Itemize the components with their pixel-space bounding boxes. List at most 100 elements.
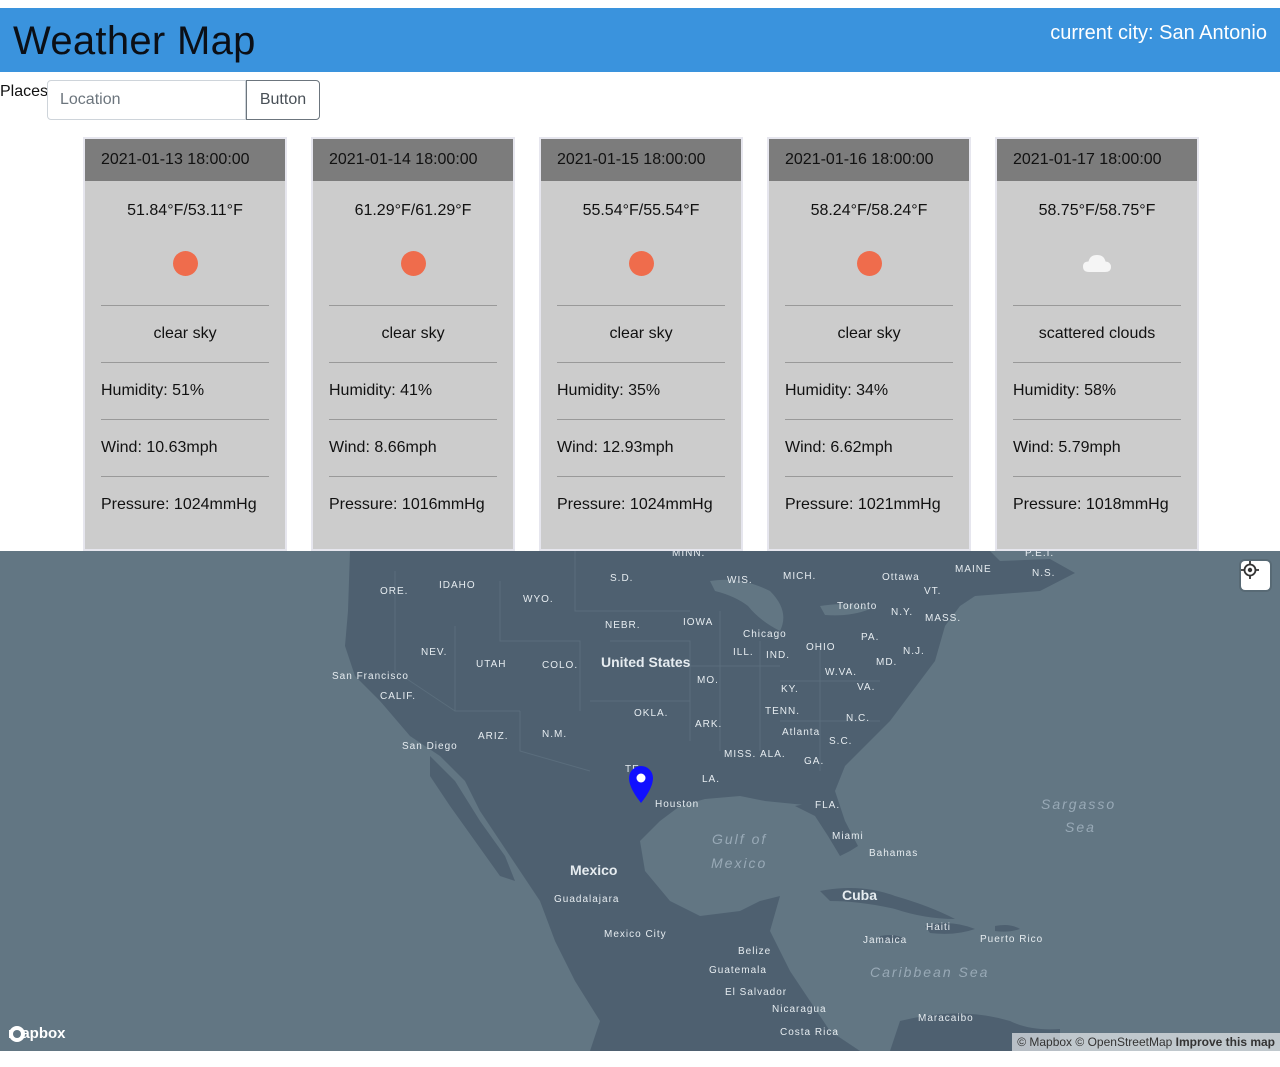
osm-attribution-link[interactable]: © OpenStreetMap <box>1075 1035 1172 1049</box>
location-input[interactable] <box>47 80 246 120</box>
card-pressure: Pressure: 1024mmHg <box>557 476 725 533</box>
map-label-country: Mexico <box>570 862 618 878</box>
map-label: Guadalajara <box>554 894 620 905</box>
card-temps: 58.75°F/58.75°F <box>1038 202 1156 219</box>
map-label: LA. <box>702 774 721 785</box>
map-label: N.Y. <box>891 607 914 618</box>
map-label: W.VA. <box>825 667 858 678</box>
forecast-card: 2021-01-17 18:00:00 58.75°F/58.75°F scat… <box>995 137 1199 551</box>
card-description: clear sky <box>557 305 725 362</box>
map-label: ARK. <box>695 719 723 730</box>
map-label: MAINE <box>955 564 992 575</box>
card-wind: Wind: 12.93mph <box>557 419 725 476</box>
crosshair-icon <box>1241 561 1259 579</box>
map-label-sea: Mexico <box>711 855 768 871</box>
card-temps: 55.54°F/55.54°F <box>582 202 700 219</box>
card-description: clear sky <box>785 305 953 362</box>
location-pin-icon[interactable] <box>626 764 656 804</box>
card-wind: Wind: 10.63mph <box>101 419 269 476</box>
card-humidity: Humidity: 41% <box>329 362 497 419</box>
improve-map-link[interactable]: Improve this map <box>1176 1035 1275 1049</box>
mapbox-logo[interactable]: mapbox <box>8 1025 66 1042</box>
map-label: MINN. <box>672 551 706 559</box>
map-label-sea: Sargasso <box>1041 796 1117 812</box>
mapbox-logo-icon <box>9 1026 25 1042</box>
card-description: clear sky <box>101 305 269 362</box>
card-pressure: Pressure: 1016mmHg <box>329 476 497 533</box>
map-label: UTAH <box>476 659 507 670</box>
map-label-country: United States <box>601 654 691 670</box>
map-view[interactable]: MINN. ORE. IDAHO WYO. S.D. WIS. MICH. Ot… <box>0 551 1280 1051</box>
map-label: N.J. <box>903 646 925 657</box>
card-date: 2021-01-14 18:00:00 <box>313 139 513 181</box>
map-label: VA. <box>857 682 876 693</box>
map-label: P.E.I. <box>1025 551 1055 559</box>
map-label: PA. <box>861 632 880 643</box>
map-label: N.S. <box>1032 568 1056 579</box>
card-description: clear sky <box>329 305 497 362</box>
card-date: 2021-01-16 18:00:00 <box>769 139 969 181</box>
places-label: Places <box>0 83 49 100</box>
map-label: Mexico City <box>604 929 667 940</box>
map-label: Jamaica <box>863 935 908 946</box>
map-label: Puerto Rico <box>980 934 1044 945</box>
map-label: N.M. <box>542 729 568 740</box>
map-label: Maracaibo <box>918 1013 974 1024</box>
card-wind: Wind: 5.79mph <box>1013 419 1181 476</box>
map-label: MISS. <box>724 749 757 760</box>
card-humidity: Humidity: 35% <box>557 362 725 419</box>
map-label: Toronto <box>837 601 878 612</box>
map-label: WIS. <box>727 575 753 586</box>
map-label: ILL. <box>733 647 754 658</box>
map-label: FLA. <box>815 800 841 811</box>
map-label: IOWA <box>683 617 714 628</box>
map-label: N.C. <box>846 713 870 724</box>
map-label: Haiti <box>926 922 952 933</box>
map-label: S.D. <box>610 573 634 584</box>
map-label: ALA. <box>760 749 786 760</box>
current-city-label: current city: San Antonio <box>1050 22 1267 44</box>
map-label: NEV. <box>421 647 448 658</box>
map-label: Guatemala <box>709 965 767 976</box>
card-temps: 61.29°F/61.29°F <box>354 202 472 219</box>
map-label: Atlanta <box>782 727 821 738</box>
map-label-sea: Sea <box>1065 819 1096 835</box>
map-label-sea: Caribbean Sea <box>870 964 990 980</box>
map-label: ORE. <box>380 586 409 597</box>
sun-icon <box>400 250 426 276</box>
card-temps: 58.24°F/58.24°F <box>810 202 928 219</box>
map-label-sea: Gulf of <box>712 831 768 847</box>
search-button[interactable]: Button <box>246 80 320 120</box>
map-label: El Salvador <box>725 987 788 998</box>
card-temps: 51.84°F/53.11°F <box>127 202 243 219</box>
map-label: Nicaragua <box>772 1004 827 1015</box>
sun-icon <box>172 250 198 276</box>
card-pressure: Pressure: 1018mmHg <box>1013 476 1181 533</box>
map-label: MASS. <box>925 613 962 624</box>
map-label: Chicago <box>743 629 787 640</box>
map-label: San Francisco <box>332 671 409 682</box>
card-date: 2021-01-13 18:00:00 <box>85 139 285 181</box>
mapbox-attribution-link[interactable]: © Mapbox <box>1017 1035 1072 1049</box>
card-wind: Wind: 6.62mph <box>785 419 953 476</box>
map-label: Miami <box>832 831 864 842</box>
card-description: scattered clouds <box>1013 305 1181 362</box>
sun-icon <box>856 250 882 276</box>
card-wind: Wind: 8.66mph <box>329 419 497 476</box>
map-label: MD. <box>876 657 898 668</box>
map-label: S.C. <box>829 736 853 747</box>
map-label: MICH. <box>783 571 817 582</box>
header-bar: Weather Map current city: San Antonio <box>0 8 1280 72</box>
geolocate-button[interactable] <box>1241 561 1270 590</box>
card-pressure: Pressure: 1024mmHg <box>101 476 269 533</box>
page-title: Weather Map <box>13 19 256 63</box>
map-label: IND. <box>766 650 790 661</box>
sun-icon <box>628 250 654 276</box>
map-label: Houston <box>655 799 700 810</box>
map-label: Bahamas <box>869 848 919 859</box>
map-label: Ottawa <box>882 572 920 583</box>
map-label: GA. <box>804 756 825 767</box>
map-label: IDAHO <box>439 580 476 591</box>
map-label: NEBR. <box>605 620 641 631</box>
map-label: TENN. <box>765 706 800 717</box>
